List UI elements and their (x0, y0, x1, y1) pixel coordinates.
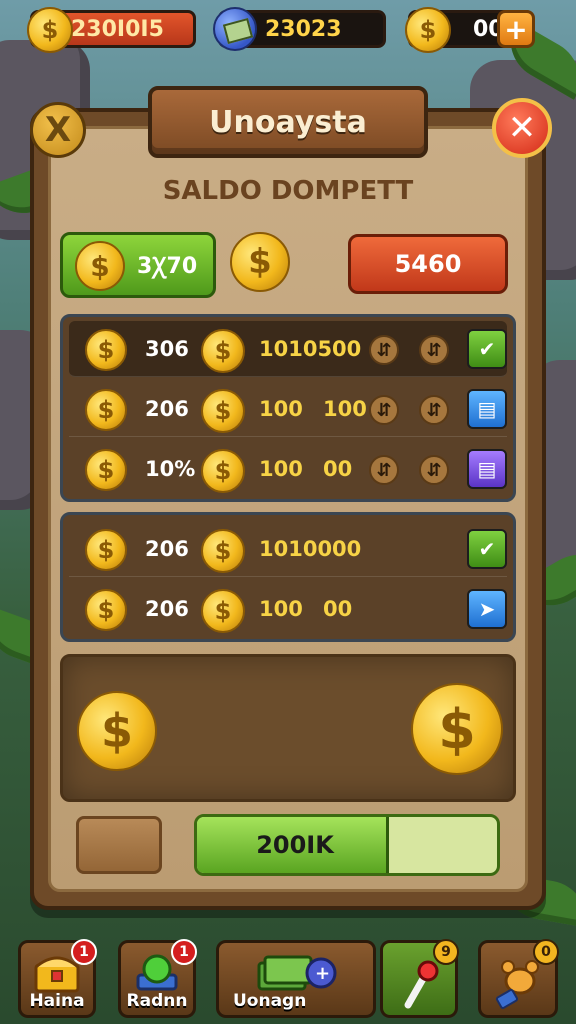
gold-coin-icon: $ (85, 389, 127, 431)
claim-progress-button[interactable]: 200IK (194, 814, 500, 876)
swap-arrow-icon[interactable]: ⇵ (419, 395, 449, 425)
item-value-secondary: 00 (323, 597, 353, 621)
swap-arrow-icon[interactable]: ⇵ (419, 335, 449, 365)
silver-coin-icon: $ (201, 389, 245, 433)
dialog-title-plank: Unoaysta (148, 86, 428, 158)
nav-item-radnn[interactable]: 1 Radnn (118, 939, 197, 1018)
gold-coin-icon: $ (85, 449, 127, 491)
silver-coin-icon: $ (201, 529, 245, 573)
currency-bar: $ 230I0I5 23023 $ 00 + (0, 6, 576, 53)
card-button[interactable]: ▤ (467, 389, 507, 429)
gold-coin-icon: $ (405, 7, 451, 53)
gold-coin-icon: $ (85, 529, 127, 571)
bottom-navigation: 1 Haina 1 Radnn + Uonagn 9 0 (0, 930, 576, 1024)
dialog-title: Unoaysta (209, 104, 367, 140)
gold-coin-icon: $ (75, 241, 125, 291)
list-item: $ 206 $ 1010000 ✔ (69, 521, 507, 577)
item-amount: 206 (145, 397, 189, 421)
notification-badge: 9 (433, 939, 459, 965)
gold-coin-icon[interactable]: $ (411, 683, 503, 775)
nav-item-pet[interactable]: 0 (478, 939, 559, 1018)
item-amount: 10% (145, 457, 196, 481)
item-value: 100 (259, 397, 303, 421)
item-value: 1010500 (259, 337, 362, 361)
list-item: $ 10% $ 100 00 ⇵ ⇵ ▤ (69, 441, 507, 497)
green-balance-button[interactable]: $ 3Ꭓ70 (60, 232, 216, 298)
coin-currency-counter: $ 00 + (405, 7, 535, 53)
item-value: 1010000 (259, 537, 362, 561)
item-value: 100 (259, 457, 303, 481)
gold-coin-icon: $ (27, 7, 73, 53)
notification-badge: 1 (171, 939, 197, 965)
red-balance-value: 5460 (394, 250, 462, 278)
silver-coin-icon: $ (201, 449, 245, 493)
close-button[interactable]: ✕ (492, 98, 552, 158)
gold-coin-icon: $ (230, 232, 290, 292)
item-value-secondary: 100 (323, 397, 367, 421)
confirm-button[interactable]: ✔ (467, 329, 507, 369)
gem-currency-counter: 23023 (213, 7, 386, 51)
gold-coin-icon: $ (85, 589, 127, 631)
list-item: $ 306 $ 1010500 ⇵ ⇵ ✔ (69, 321, 507, 377)
gem-currency-amount: 23023 (265, 16, 342, 42)
nav-label: Haina (29, 991, 85, 1011)
nav-item-search[interactable]: 9 (380, 939, 459, 1018)
back-button[interactable]: X (30, 102, 86, 158)
item-value: 100 (259, 597, 303, 621)
notification-badge: 1 (71, 939, 97, 965)
magnifier-icon (404, 960, 439, 1009)
red-currency-counter: $ 230I0I5 (27, 7, 196, 53)
nav-label: Radnn (126, 991, 188, 1011)
transaction-list-2: $ 206 $ 1010000 ✔ $ 206 $ 100 00 ➤ (60, 512, 516, 642)
nav-item-haina[interactable]: 1 Haina (18, 939, 97, 1018)
silver-coin-icon: $ (201, 329, 245, 373)
nav-item-uonagn[interactable]: + Uonagn (216, 940, 376, 1018)
gold-coin-icon: $ (85, 329, 127, 371)
card-button[interactable]: ▤ (467, 449, 507, 489)
item-amount: 206 (145, 597, 189, 621)
item-amount: 206 (145, 537, 189, 561)
list-item: $ 206 $ 100 00 ➤ (69, 581, 507, 637)
svg-text:+: + (315, 963, 330, 984)
dialog-subtitle: SALDO DOMPETT (162, 176, 414, 206)
cash-gem-icon (213, 7, 257, 51)
swap-arrow-icon[interactable]: ⇵ (419, 455, 449, 485)
add-currency-button[interactable]: + (497, 10, 535, 48)
green-balance-value: 3Ꭓ70 (137, 254, 198, 279)
transaction-list-1: $ 306 $ 1010500 ⇵ ⇵ ✔ $ 206 $ 100 100 ⇵ … (60, 314, 516, 502)
progress-label: 200IK (256, 831, 334, 859)
swap-arrow-icon[interactable]: ⇵ (369, 455, 399, 485)
red-balance-button[interactable]: 5460 (348, 234, 508, 294)
cash-stack-icon: + (257, 955, 337, 991)
swap-arrow-icon[interactable]: ⇵ (369, 335, 399, 365)
confirm-button[interactable]: ✔ (467, 529, 507, 569)
coin-tray: $ $ (60, 654, 516, 802)
red-currency-amount: 230I0I5 (71, 16, 164, 42)
silver-coin-icon: $ (201, 589, 245, 633)
send-button[interactable]: ➤ (467, 589, 507, 629)
item-amount: 306 (145, 337, 189, 361)
item-value-secondary: 00 (323, 457, 353, 481)
nav-label: Uonagn (233, 991, 307, 1011)
empty-plank-button[interactable] (76, 816, 162, 874)
gold-coin-icon[interactable]: $ (77, 691, 157, 771)
notification-badge: 0 (533, 939, 559, 965)
swap-arrow-icon[interactable]: ⇵ (369, 395, 399, 425)
list-item: $ 206 $ 100 100 ⇵ ⇵ ▤ (69, 381, 507, 437)
